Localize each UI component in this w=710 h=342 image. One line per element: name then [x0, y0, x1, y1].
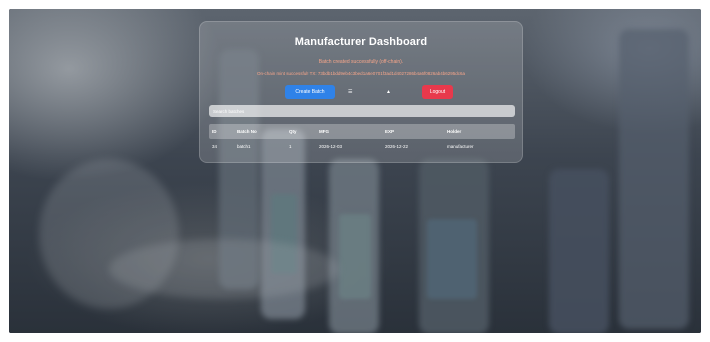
- search-placeholder: Search batches: [213, 108, 245, 114]
- search-input[interactable]: Search batches: [209, 105, 515, 117]
- create-batch-button[interactable]: Create Batch: [285, 85, 335, 99]
- header-mfg: MFG: [319, 129, 329, 134]
- cell-id: 34: [212, 144, 218, 149]
- cell-mfg: 2026-12-03: [319, 144, 343, 149]
- cell-holder: manufacturer: [447, 144, 474, 149]
- cell-exp: 2026-12-22: [385, 144, 409, 149]
- table-row[interactable]: 34 batch1 1 2026-12-03 2026-12-22 manufa…: [209, 139, 515, 154]
- status-message-onchain: On-chain mint successful! TX: 73bdb1bdd9…: [256, 71, 466, 76]
- table-header-row: ID Batch No Qty MFG EXP Holder: [209, 124, 515, 139]
- page-title: Manufacturer Dashboard: [294, 36, 428, 48]
- status-message-offchain: Batch created successfully (off-chain).: [318, 59, 404, 65]
- app-window: Manufacturer Dashboard Batch created suc…: [9, 9, 701, 333]
- theme-toggle-icon[interactable]: ▲: [386, 89, 391, 95]
- menu-icon[interactable]: ☰: [348, 89, 352, 95]
- header-id: ID: [212, 129, 217, 134]
- cell-qty: 1: [289, 144, 292, 149]
- header-batch-no: Batch No: [237, 129, 257, 134]
- cell-batch-no: batch1: [237, 144, 251, 149]
- header-holder: Holder: [447, 129, 462, 134]
- batches-table: ID Batch No Qty MFG EXP Holder 34 batch1…: [209, 124, 515, 154]
- logout-button[interactable]: Logout: [422, 85, 453, 99]
- dashboard-panel: Manufacturer Dashboard Batch created suc…: [199, 21, 523, 163]
- header-exp: EXP: [385, 129, 395, 134]
- header-qty: Qty: [289, 129, 297, 134]
